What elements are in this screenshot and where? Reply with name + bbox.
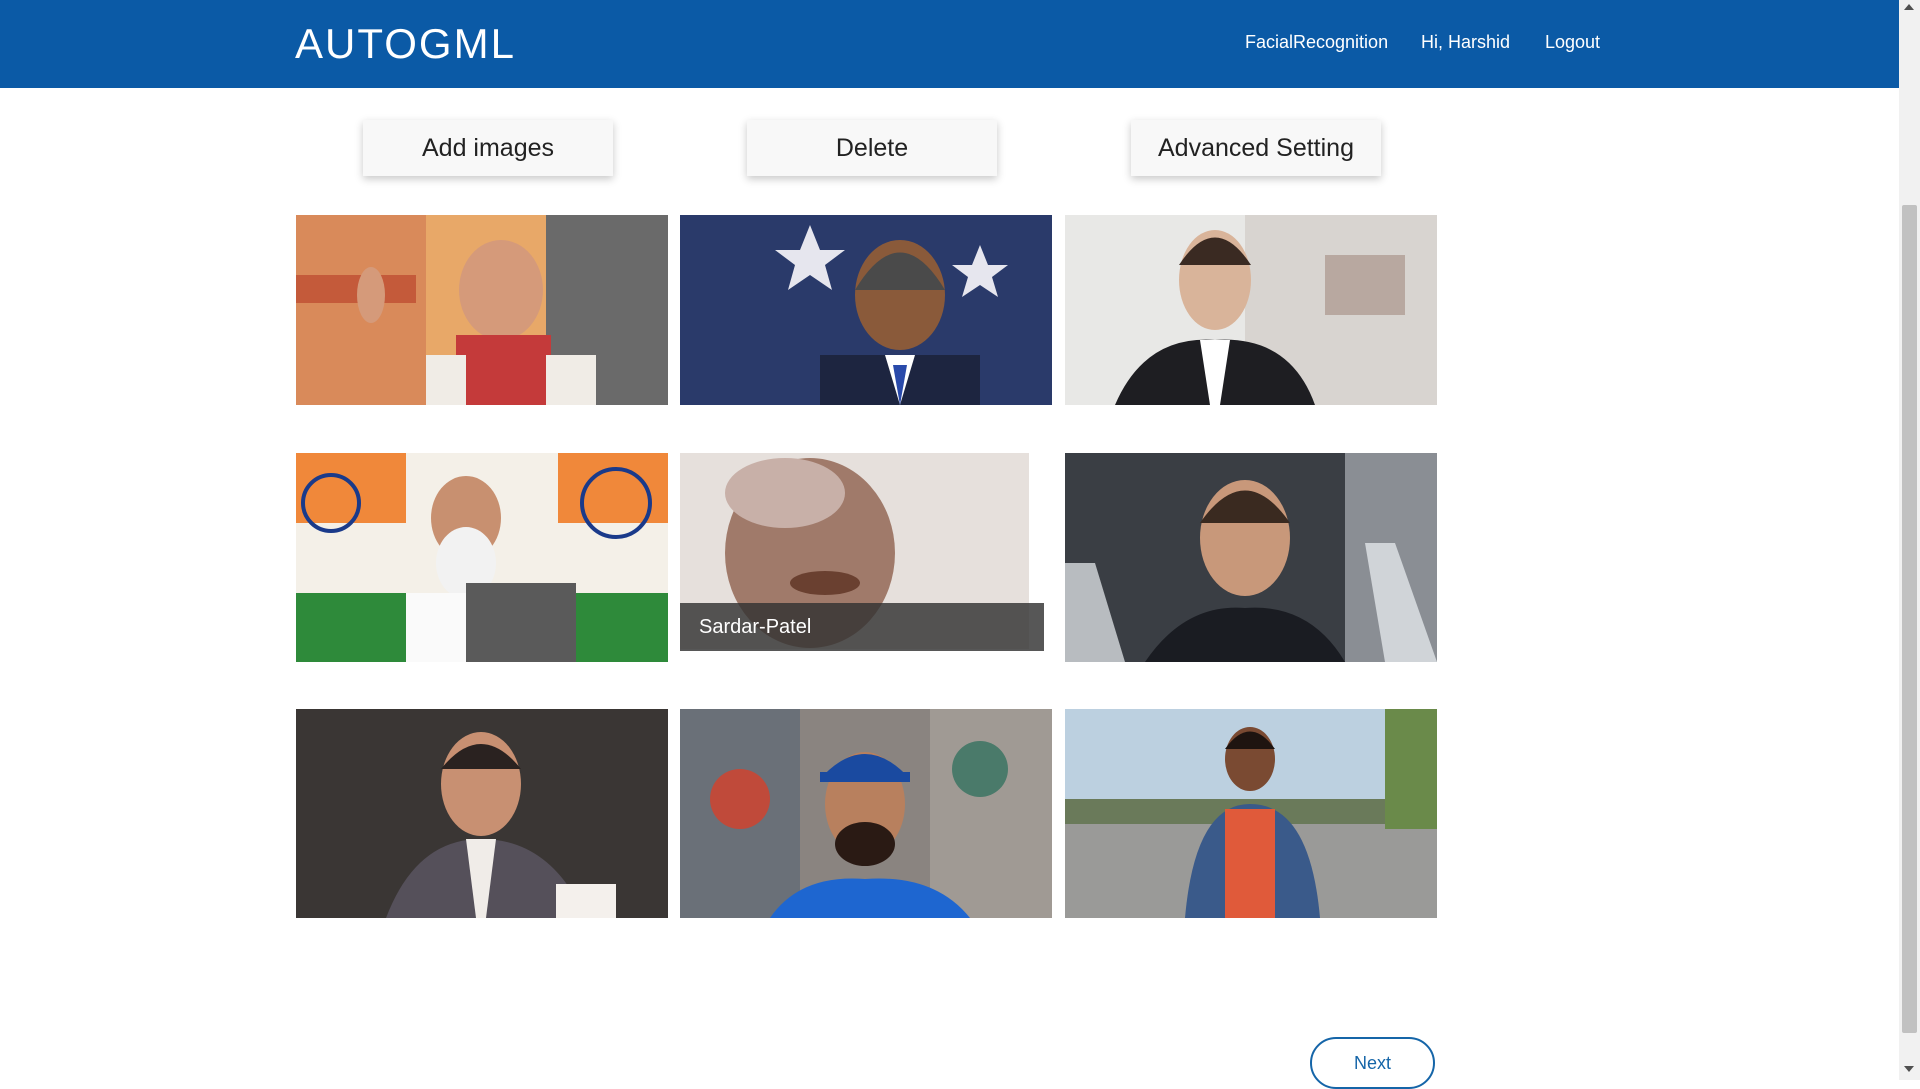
scroll-down-icon[interactable]: [1904, 1066, 1914, 1072]
photo-caption: Sardar-Patel: [680, 603, 1044, 651]
nav-link-facial-recognition[interactable]: FacialRecognition: [1245, 32, 1388, 53]
scroll-thumb[interactable]: [1902, 205, 1917, 1033]
gallery-photo[interactable]: [296, 453, 668, 662]
user-greeting[interactable]: Hi, Harshid: [1421, 32, 1510, 53]
scroll-up-icon[interactable]: [1904, 4, 1914, 10]
next-button[interactable]: Next: [1310, 1037, 1435, 1089]
navbar: AUTOGML FacialRecognition Hi, Harshid Lo…: [0, 0, 1899, 88]
delete-button[interactable]: Delete: [747, 120, 997, 176]
advanced-setting-button[interactable]: Advanced Setting: [1131, 120, 1381, 176]
gallery-photo[interactable]: [1065, 453, 1437, 662]
logout-link[interactable]: Logout: [1545, 32, 1600, 53]
gallery-photo[interactable]: [680, 709, 1052, 918]
gallery-photo[interactable]: [680, 215, 1052, 405]
gallery-photo[interactable]: [296, 215, 668, 405]
brand-logo[interactable]: AUTOGML: [295, 20, 516, 68]
add-images-button[interactable]: Add images: [363, 120, 613, 176]
gallery-photo[interactable]: [1065, 709, 1437, 918]
gallery-photo[interactable]: [296, 709, 668, 918]
gallery-photo[interactable]: [1065, 215, 1437, 405]
vertical-scrollbar[interactable]: [1899, 0, 1920, 1080]
